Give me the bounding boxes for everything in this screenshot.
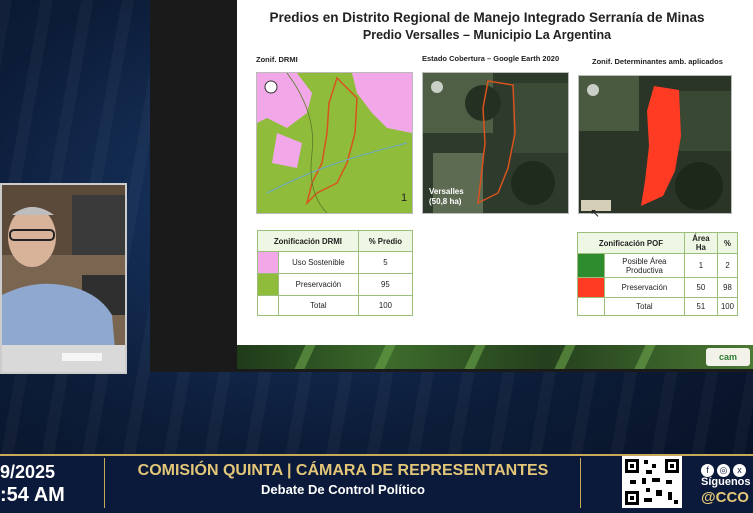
table-row: Posible Área Productiva 1 2 [577,253,739,278]
table-row: Preservación 50 98 [577,277,739,298]
ticker-divider [104,458,105,508]
table-header: % [716,232,739,254]
slide-title: Predios en Distrito Regional de Manejo I… [269,10,705,25]
map-caption-cobertura: Estado Cobertura – Google Earth 2020 [422,54,560,63]
map-caption-drmi: Zonif. DRMI [256,55,298,64]
table-header: Zonificación DRMI [257,230,359,252]
mouse-cursor-icon: ↖ [590,206,601,220]
table-header: Zonificación POF [577,232,685,254]
table-header: % Predio [357,230,414,252]
table-row: Total 51 100 [577,297,739,316]
table-cell: 100 [357,295,414,316]
table-header: Área Ha [683,232,718,254]
map-caption-determinantes: Zonif. Determinantes amb. aplicados [592,57,723,66]
table-cell: Posible Área Productiva [604,253,685,278]
qr-code[interactable] [622,456,682,508]
ticker-title: COMISIÓN QUINTA | CÁMARA DE REPRESENTANT… [137,462,549,479]
table-cell: 5 [357,251,414,274]
slide-subtitle: Predio Versalles – Municipio La Argentin… [362,28,612,42]
cam-logo: cam [706,348,750,366]
slide-footer-foliage [237,345,753,369]
table-cell: 2 [716,253,739,278]
table-cell: Uso Sostenible [278,251,359,274]
color-swatch [577,297,605,316]
map-estado-cobertura: Versalles (50,8 ha) [422,72,569,214]
map-label-area: (50,8 ha) [429,197,462,206]
color-swatch [577,277,605,298]
ticker-date: 9/2025 [0,462,56,482]
table-row: Uso Sostenible 5 [257,251,414,274]
table-row: Total 100 [257,295,414,316]
table-cell: 95 [357,273,414,296]
table-zonificacion-drmi: Zonificación DRMI % Predio Uso Sostenibl… [257,230,414,316]
speaker-video-feed [0,183,127,374]
color-swatch [577,253,605,278]
table-cell: Total [604,297,685,316]
ticker-divider [580,458,581,508]
social-handle: @CCO [701,489,749,506]
ticker-subtitle: Debate De Control Político [261,482,425,497]
table-zonificacion-pof: Zonificación POF Área Ha % Posible Área … [577,232,739,316]
color-swatch [257,273,279,296]
map-determinantes [578,75,732,214]
table-row: Preservación 95 [257,273,414,296]
table-cell: Preservación [278,273,359,296]
table-cell: 98 [716,277,739,298]
table-cell: 100 [716,297,739,316]
color-swatch [257,251,279,274]
map-number: 1 [401,192,408,204]
color-swatch [257,295,279,316]
table-cell: Total [278,295,359,316]
ticker-time: :54 AM [0,484,65,506]
table-cell: 50 [683,277,718,298]
table-cell: Preservación [604,277,685,298]
follow-label: Síguenos [701,476,751,488]
table-cell: 1 [683,253,718,278]
table-cell: 51 [683,297,718,316]
map-zonificacion-drmi [256,72,413,214]
map-label-versalles: Versalles [429,187,464,196]
